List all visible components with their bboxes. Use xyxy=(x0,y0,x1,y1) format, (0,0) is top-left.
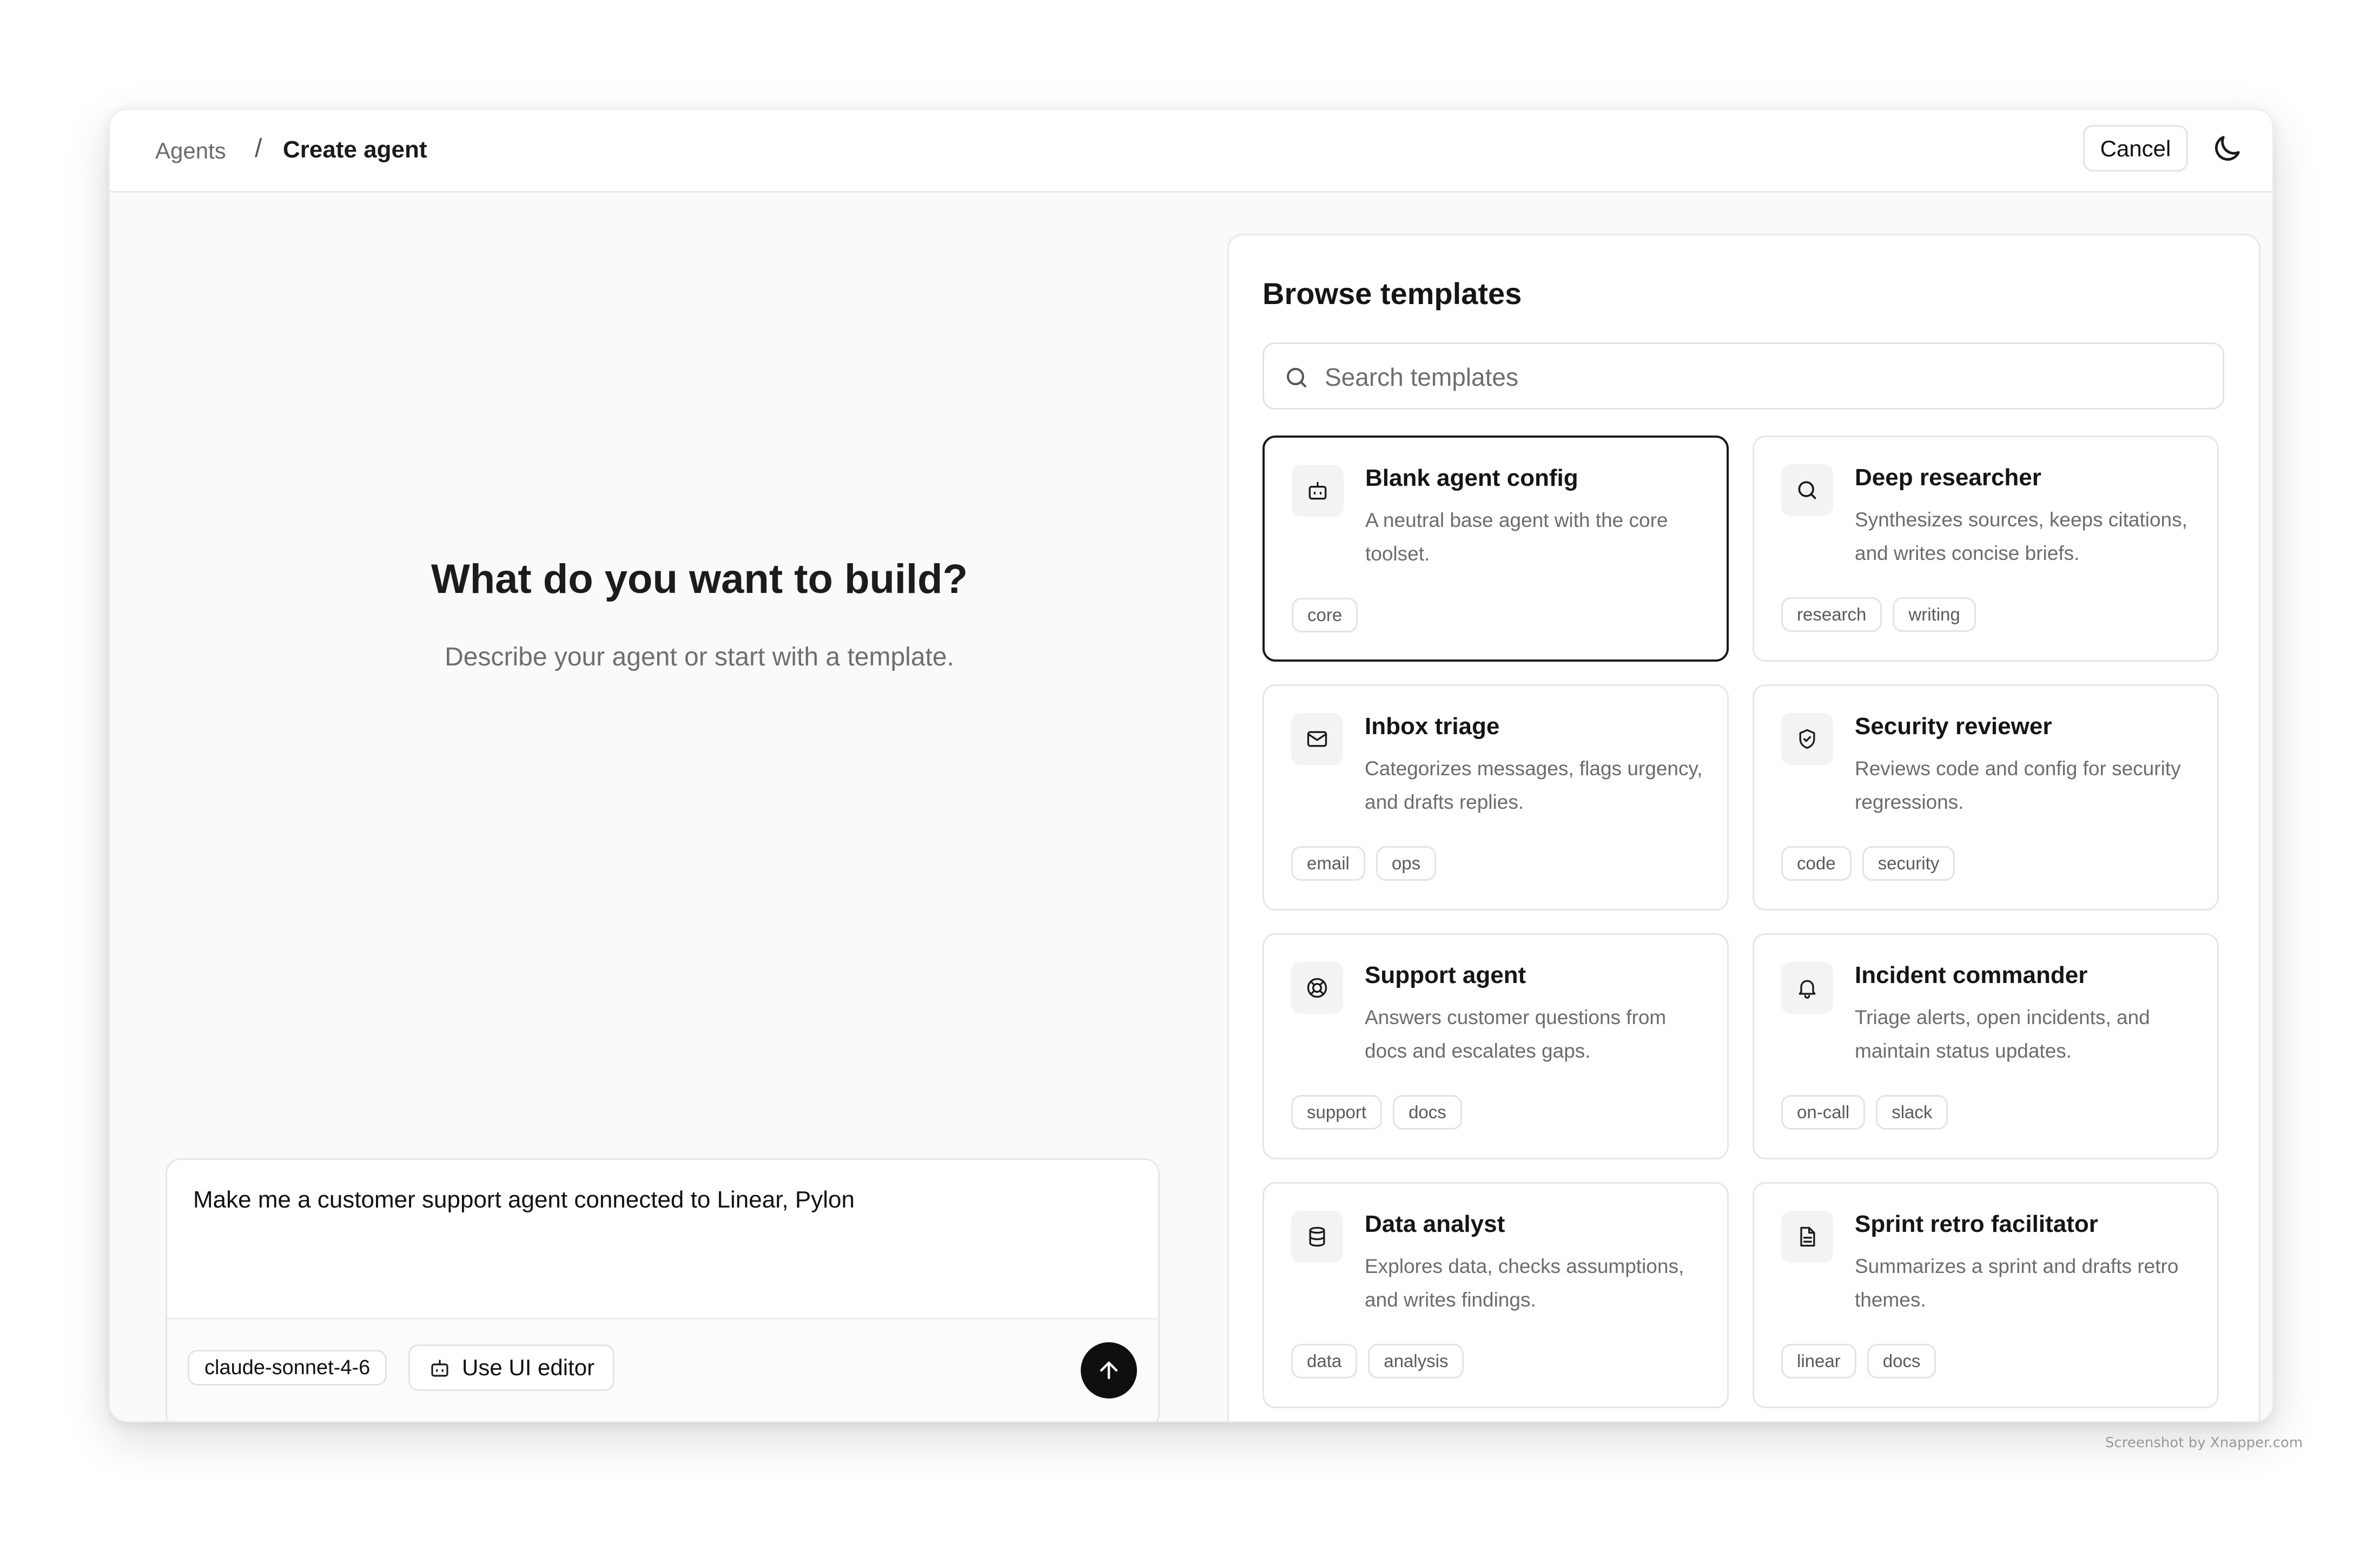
robot-icon xyxy=(1308,481,1327,500)
template-tag: writing xyxy=(1893,597,1976,632)
template-tag: security xyxy=(1862,846,1955,881)
watermark: Screenshot by Xnapper.com xyxy=(2105,1435,2303,1451)
template-description: Synthesizes sources, keeps citations, an… xyxy=(1855,509,2187,564)
template-tags: email ops xyxy=(1291,846,1437,881)
template-tag: data xyxy=(1291,1344,1358,1378)
template-title: Data analyst xyxy=(1365,1211,1505,1237)
template-description: Answers customer questions from docs and… xyxy=(1365,1006,1667,1062)
template-title: Support agent xyxy=(1365,962,1526,988)
template-tag: email xyxy=(1291,846,1365,881)
template-tag: support xyxy=(1291,1095,1383,1130)
breadcrumb-separator: / xyxy=(255,134,262,163)
hero-title: What do you want to build? xyxy=(431,556,968,602)
template-title: Incident commander xyxy=(1855,962,2088,988)
robot-icon xyxy=(431,1360,448,1377)
template-search[interactable] xyxy=(1262,342,2224,410)
template-description: Reviews code and config for security reg… xyxy=(1855,757,2181,813)
templates-title: Browse templates xyxy=(1262,276,1522,311)
search-icon xyxy=(1287,368,1306,387)
template-tags: data analysis xyxy=(1291,1344,1464,1378)
template-card-sprint-retro-facilitator[interactable]: Sprint retro facilitator Summarizes a sp… xyxy=(1753,1182,2219,1408)
hero-subtitle: Describe your agent or start with a temp… xyxy=(445,643,954,671)
template-icon-box xyxy=(1781,713,1833,765)
template-tag: research xyxy=(1781,597,1882,632)
template-tag: linear xyxy=(1781,1344,1856,1378)
template-tags: on-call slack xyxy=(1781,1095,1948,1130)
template-tag: on-call xyxy=(1781,1095,1866,1130)
cancel-button[interactable]: Cancel xyxy=(2083,125,2188,171)
template-description: Categorizes messages, flags urgency, and… xyxy=(1365,757,1703,813)
composer-toolbar: claude-sonnet-4-6 Use UI editor xyxy=(167,1318,1158,1421)
search-input[interactable] xyxy=(1324,355,2202,399)
moon-icon xyxy=(2215,136,2240,161)
mail-icon xyxy=(1307,731,1327,747)
template-card-security-reviewer[interactable]: Security reviewer Reviews code and confi… xyxy=(1753,684,2219,911)
theme-toggle-button[interactable] xyxy=(2210,131,2244,166)
template-title: Blank agent config xyxy=(1365,465,1578,491)
bell-icon xyxy=(1799,980,1816,999)
template-tag: slack xyxy=(1876,1095,1948,1130)
arrow-up-icon xyxy=(1100,1361,1118,1380)
page-title: Create agent xyxy=(283,136,427,163)
send-button[interactable] xyxy=(1081,1342,1137,1398)
templates-panel: Browse templates Blank agent config A ne… xyxy=(1227,234,2260,1421)
use-ui-editor-label: Use UI editor xyxy=(462,1355,595,1380)
template-description: Summarizes a sprint and drafts retro the… xyxy=(1855,1255,2179,1311)
model-selector[interactable]: claude-sonnet-4-6 xyxy=(188,1350,387,1386)
template-tags: linear docs xyxy=(1781,1344,1936,1378)
template-tag: code xyxy=(1781,846,1852,881)
template-description: Triage alerts, open incidents, and maint… xyxy=(1855,1006,2150,1062)
template-description: Explores data, checks assumptions, and w… xyxy=(1365,1255,1684,1311)
template-card-blank-agent-config[interactable]: Blank agent config A neutral base agent … xyxy=(1262,436,1729,662)
database-icon xyxy=(1309,1226,1325,1247)
template-icon-box xyxy=(1781,1211,1833,1263)
top-bar: Agents / Create agent Cancel xyxy=(110,110,2272,193)
template-icon-box xyxy=(1291,713,1343,765)
template-icon-box xyxy=(1781,962,1833,1014)
template-card-support-agent[interactable]: Support agent Answers customer questions… xyxy=(1262,933,1729,1159)
use-ui-editor-button[interactable]: Use UI editor xyxy=(408,1344,615,1391)
template-title: Inbox triage xyxy=(1365,713,1500,740)
template-tags: code security xyxy=(1781,846,1955,881)
template-title: Security reviewer xyxy=(1855,713,2052,740)
template-title: Deep researcher xyxy=(1855,464,2041,491)
template-tag: docs xyxy=(1393,1095,1462,1130)
template-icon-box xyxy=(1291,1211,1343,1263)
template-tag: core xyxy=(1292,598,1358,632)
template-description: A neutral base agent with the core tools… xyxy=(1365,509,1668,565)
lifebuoy-icon xyxy=(1307,978,1327,998)
template-tags: support docs xyxy=(1291,1095,1462,1130)
template-title: Sprint retro facilitator xyxy=(1855,1211,2098,1237)
template-tag: docs xyxy=(1867,1344,1936,1378)
prompt-input[interactable]: Make me a customer support agent connect… xyxy=(193,1184,855,1216)
template-tags: research writing xyxy=(1781,597,1976,632)
template-tags: core xyxy=(1292,598,1358,632)
template-card-deep-researcher[interactable]: Deep researcher Synthesizes sources, kee… xyxy=(1753,436,2219,662)
app-window: Agents / Create agent Cancel What do you… xyxy=(109,109,2273,1422)
template-tag: analysis xyxy=(1368,1344,1464,1378)
document-icon xyxy=(1800,1226,1815,1247)
template-icon-box xyxy=(1781,464,1833,516)
template-icon-box xyxy=(1291,962,1343,1014)
template-tag: ops xyxy=(1376,846,1437,881)
breadcrumb-agents-link[interactable]: Agents xyxy=(155,136,226,166)
template-card-incident-commander[interactable]: Incident commander Triage alerts, open i… xyxy=(1753,933,2219,1159)
shield-icon xyxy=(1799,729,1815,749)
template-icon-box xyxy=(1292,465,1344,517)
search-icon xyxy=(1798,481,1816,499)
template-card-inbox-triage[interactable]: Inbox triage Categorizes messages, flags… xyxy=(1262,684,1729,911)
template-card-data-analyst[interactable]: Data analyst Explores data, checks assum… xyxy=(1262,1182,1729,1408)
prompt-composer[interactable]: Make me a customer support agent connect… xyxy=(166,1158,1160,1421)
